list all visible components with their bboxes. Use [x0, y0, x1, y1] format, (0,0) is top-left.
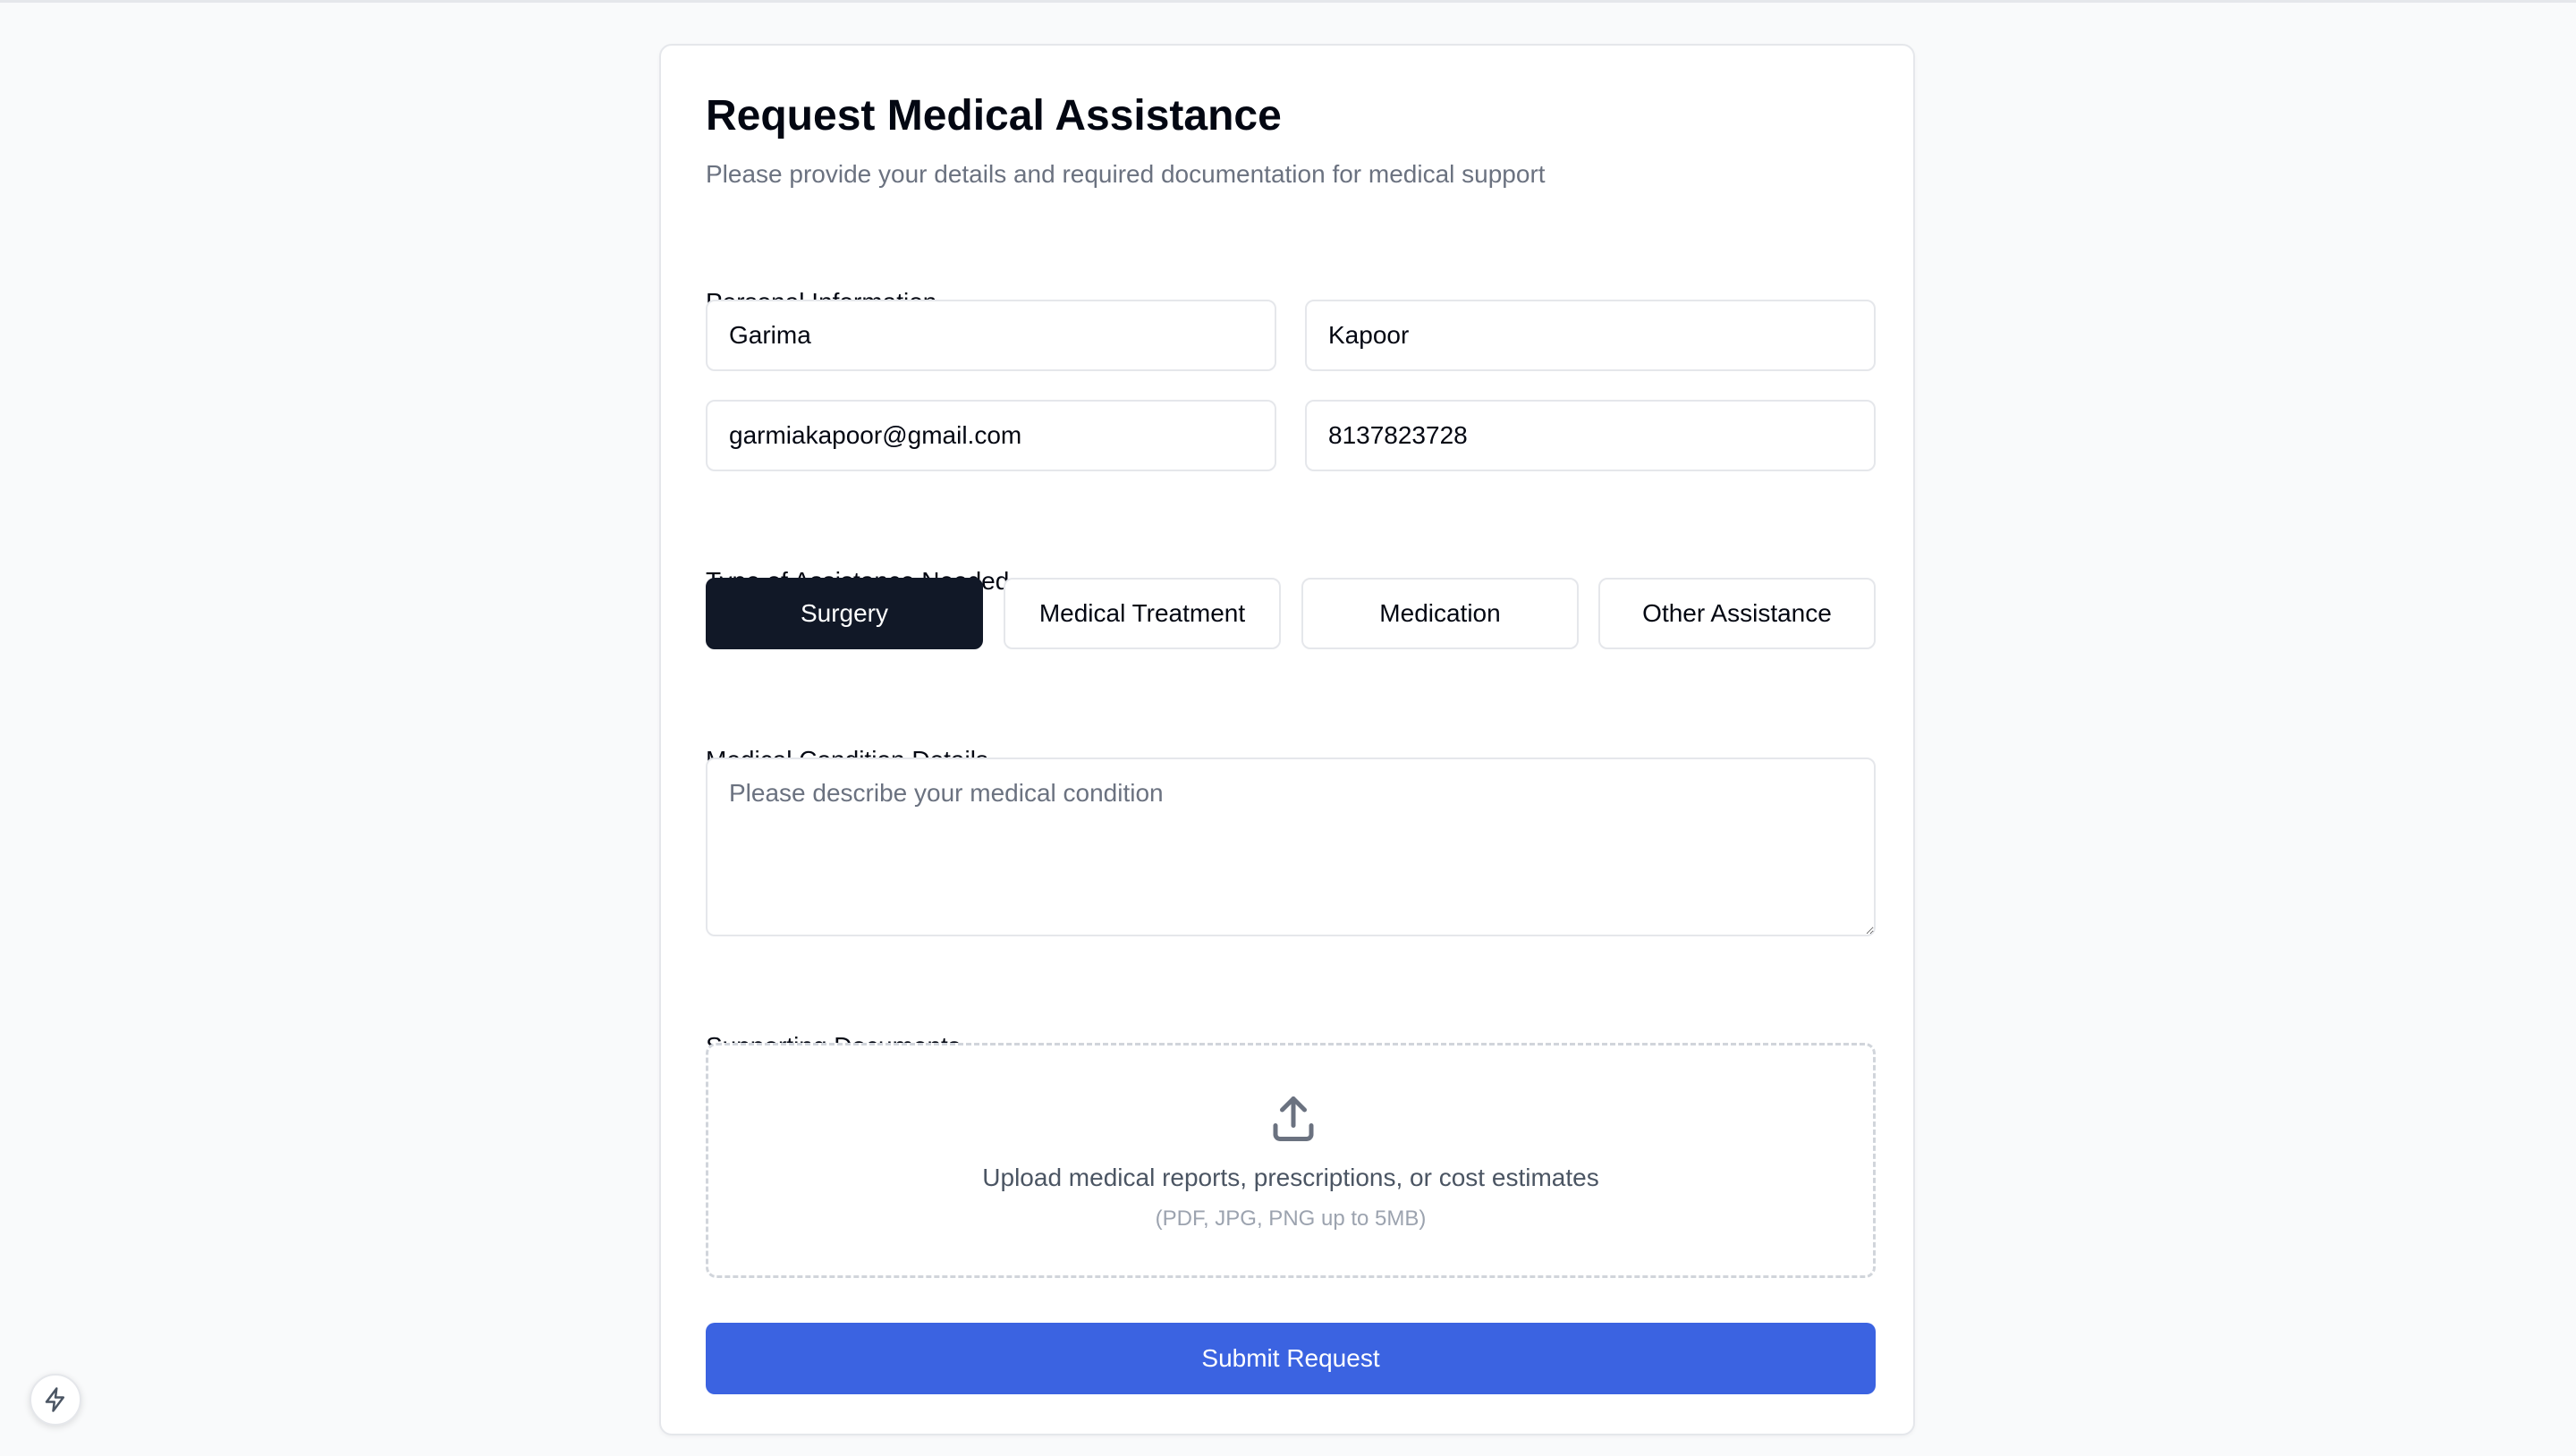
document-upload-dropzone[interactable]: Upload medical reports, prescriptions, o… — [706, 1043, 1876, 1278]
assistance-form-card: Request Medical Assistance Please provid… — [659, 44, 1915, 1435]
option-medical-treatment-button[interactable]: Medical Treatment — [1004, 578, 1281, 649]
phone-input[interactable] — [1305, 400, 1876, 471]
form-subtitle: Please provide your details and required… — [706, 160, 1546, 188]
upload-instructions: Upload medical reports, prescriptions, o… — [982, 1164, 1599, 1191]
email-input[interactable] — [706, 400, 1276, 471]
option-medication-button[interactable]: Medication — [1301, 578, 1579, 649]
last-name-input[interactable] — [1305, 300, 1876, 371]
condition-details-textarea[interactable] — [706, 758, 1876, 936]
upload-file-hint: (PDF, JPG, PNG up to 5MB) — [1155, 1206, 1427, 1231]
lightning-bolt-icon — [45, 1387, 64, 1412]
floating-action-button[interactable] — [30, 1374, 81, 1426]
top-divider — [0, 0, 2576, 3]
option-surgery-button[interactable]: Surgery — [706, 578, 983, 649]
option-other-assistance-button[interactable]: Other Assistance — [1598, 578, 1876, 649]
submit-request-button[interactable]: Submit Request — [706, 1323, 1876, 1394]
upload-icon — [1273, 1096, 1314, 1141]
first-name-input[interactable] — [706, 300, 1276, 371]
form-title: Request Medical Assistance — [706, 92, 1282, 140]
